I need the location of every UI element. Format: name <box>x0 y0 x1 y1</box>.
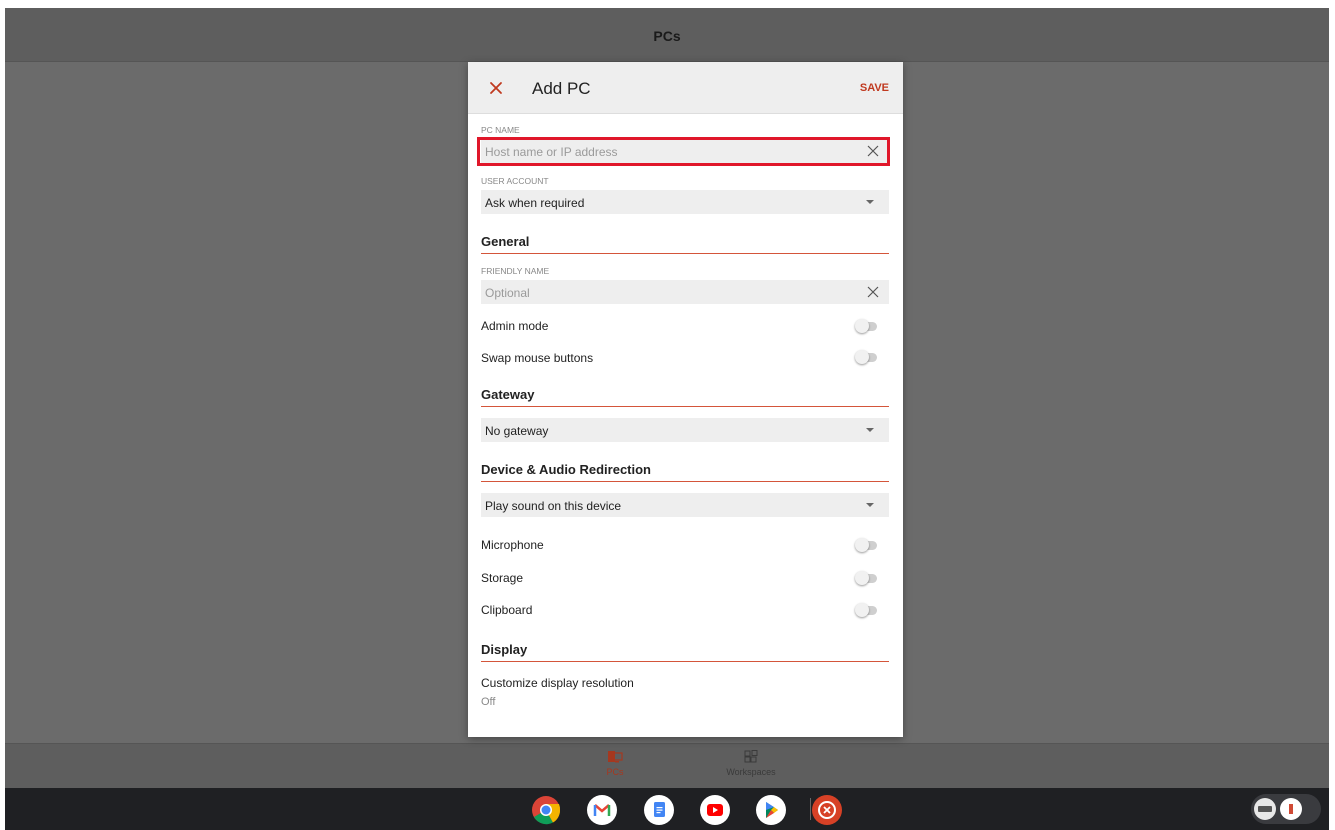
workspaces-icon <box>744 750 758 763</box>
dropdown-arrow-icon <box>866 428 874 432</box>
nav-tab-pcs[interactable]: PCs <box>595 750 635 777</box>
bottom-navigation: PCs Workspaces <box>5 743 1329 788</box>
sound-value: Play sound on this device <box>485 499 622 513</box>
close-icon <box>490 82 502 94</box>
shelf-divider <box>810 798 811 820</box>
dialog-title: Add PC <box>532 79 591 98</box>
youtube-icon[interactable] <box>700 795 730 825</box>
save-button[interactable]: SAVE <box>860 82 889 94</box>
user-account-label: USER ACCOUNT <box>481 176 549 186</box>
customize-display-label[interactable]: Customize display resolution <box>481 676 634 690</box>
toggle-knob <box>855 538 869 552</box>
storage-label: Storage <box>481 571 524 585</box>
section-heading: Device & Audio Redirection <box>481 462 651 477</box>
top-app-bar: PCs <box>5 8 1329 62</box>
section-heading: General <box>481 234 530 249</box>
friendly-name-label: FRIENDLY NAME <box>481 266 550 276</box>
dropdown-arrow-icon <box>866 503 874 507</box>
swap-mouse-label: Swap mouse buttons <box>481 351 594 365</box>
nav-tab-label: Workspaces <box>726 767 776 777</box>
user-account-dropdown[interactable]: Ask when required <box>481 190 889 214</box>
docs-icon[interactable] <box>644 795 674 825</box>
chrome-icon[interactable] <box>531 795 561 825</box>
toggle-knob <box>855 350 869 364</box>
general-section-header: General <box>481 230 889 254</box>
clipboard-toggle[interactable] <box>855 603 879 617</box>
section-heading: Display <box>481 642 528 657</box>
section-heading: Gateway <box>481 387 535 402</box>
play-store-icon[interactable] <box>756 795 786 825</box>
dialog-header: Add PC SAVE <box>468 62 903 114</box>
toggle-knob <box>855 571 869 585</box>
system-shelf <box>5 788 1329 830</box>
gateway-value: No gateway <box>485 424 549 438</box>
add-pc-dialog: Add PC SAVE PC NAME Host name or IP addr… <box>468 62 903 737</box>
sound-dropdown[interactable]: Play sound on this device <box>481 493 889 517</box>
pc-name-highlight <box>477 137 890 166</box>
admin-mode-label: Admin mode <box>481 319 549 333</box>
toggle-knob <box>855 603 869 617</box>
admin-mode-toggle[interactable] <box>855 319 879 333</box>
clear-icon[interactable] <box>867 286 879 298</box>
gateway-dropdown[interactable]: No gateway <box>481 418 889 442</box>
user-account-value: Ask when required <box>485 196 585 210</box>
tray-icons <box>1254 798 1302 820</box>
gmail-icon[interactable] <box>587 795 617 825</box>
swap-mouse-toggle[interactable] <box>855 350 879 364</box>
pc-icon <box>608 751 623 763</box>
microphone-label: Microphone <box>481 538 544 552</box>
page-title: PCs <box>653 28 681 44</box>
status-tray[interactable] <box>1251 794 1321 824</box>
nav-tab-workspaces[interactable]: Workspaces <box>721 750 781 777</box>
close-button[interactable] <box>486 78 506 98</box>
microphone-toggle[interactable] <box>855 538 879 552</box>
pc-name-label: PC NAME <box>481 125 520 135</box>
toggle-knob <box>855 319 869 333</box>
storage-toggle[interactable] <box>855 571 879 585</box>
clipboard-label: Clipboard <box>481 603 533 617</box>
remote-desktop-icon[interactable] <box>812 795 842 825</box>
device-audio-section-header: Device & Audio Redirection <box>481 458 889 482</box>
gateway-section-header: Gateway <box>481 383 889 407</box>
dropdown-arrow-icon <box>866 200 874 204</box>
nav-tab-label: PCs <box>606 767 624 777</box>
display-section-header: Display <box>481 638 889 662</box>
customize-display-value: Off <box>481 696 496 708</box>
friendly-name-field[interactable]: Optional <box>481 280 889 304</box>
friendly-name-placeholder: Optional <box>485 286 530 300</box>
